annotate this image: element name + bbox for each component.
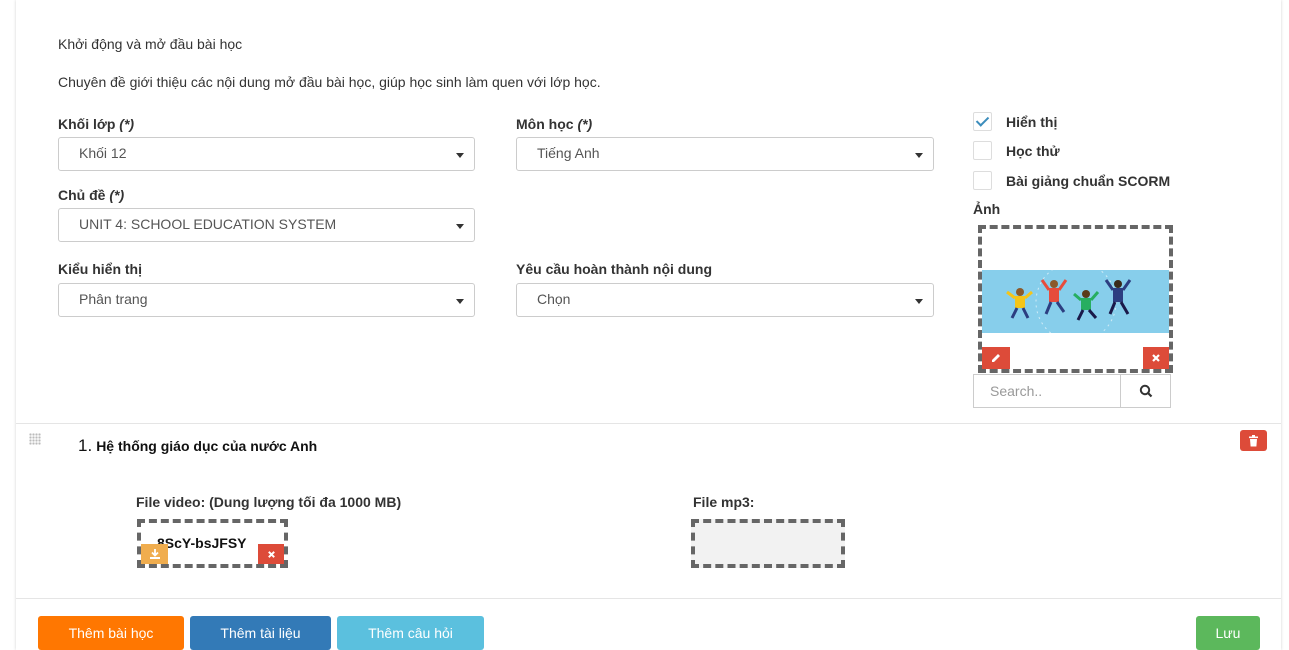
- edit-image-button[interactable]: [982, 347, 1010, 369]
- checkbox-checked-icon[interactable]: [973, 112, 992, 131]
- remove-video-button[interactable]: [258, 544, 284, 564]
- search-icon: [1139, 384, 1152, 398]
- trash-icon: [1249, 434, 1258, 446]
- mp3-dropzone[interactable]: [691, 519, 845, 568]
- section-divider: [16, 423, 1281, 424]
- completion-select[interactable]: Chọn: [516, 283, 934, 317]
- times-icon: [1152, 354, 1160, 362]
- section-description: Chuyên đề giới thiệu các nội dung mở đầu…: [58, 74, 601, 90]
- add-question-button[interactable]: Thêm câu hỏi: [337, 616, 484, 650]
- save-button[interactable]: Lưu: [1196, 616, 1260, 650]
- mp3-file-label: File mp3:: [693, 494, 755, 510]
- checkbox-icon[interactable]: [973, 171, 992, 190]
- times-icon: [267, 550, 275, 558]
- add-lesson-button[interactable]: Thêm bài học: [38, 616, 184, 650]
- caret-down-icon: [456, 299, 464, 304]
- jumping-people-illustration: [982, 270, 1169, 333]
- subject-label: Môn học (*): [516, 116, 593, 132]
- add-document-button[interactable]: Thêm tài liệu: [190, 616, 331, 650]
- search-input[interactable]: [973, 374, 1121, 408]
- option-scorm[interactable]: Bài giảng chuẩn SCORM: [973, 171, 1170, 190]
- drag-handle-icon[interactable]: [29, 433, 41, 445]
- download-video-button[interactable]: [141, 544, 168, 564]
- caret-down-icon: [915, 299, 923, 304]
- display-type-select[interactable]: Phân trang: [58, 283, 475, 317]
- delete-lesson-button[interactable]: [1240, 430, 1267, 451]
- caret-down-icon: [456, 153, 464, 158]
- grade-select[interactable]: Khối 12: [58, 137, 475, 171]
- option-trial[interactable]: Học thử: [973, 141, 1060, 160]
- remove-image-button[interactable]: [1143, 347, 1169, 369]
- image-label: Ảnh: [973, 201, 1001, 217]
- video-file-name: 8ScY-bsJFSY: [157, 535, 247, 551]
- video-file-label: File video: (Dung lượng tối đa 1000 MB): [136, 494, 402, 510]
- grade-label: Khối lớp (*): [58, 116, 135, 132]
- option-visible[interactable]: Hiển thị: [973, 112, 1057, 131]
- topic-select[interactable]: UNIT 4: SCHOOL EDUCATION SYSTEM: [58, 208, 475, 242]
- caret-down-icon: [915, 153, 923, 158]
- pencil-icon: [992, 354, 1000, 362]
- caret-down-icon: [456, 224, 464, 229]
- checkbox-icon[interactable]: [973, 141, 992, 160]
- section-title: Khởi động và mở đầu bài học: [58, 36, 243, 52]
- completion-label: Yêu cầu hoàn thành nội dung: [516, 261, 712, 277]
- search-button[interactable]: [1121, 374, 1171, 408]
- topic-label: Chủ đề (*): [58, 187, 125, 203]
- image-search: [973, 374, 1171, 408]
- lesson-title: 1. Hệ thống giáo dục của nước Anh: [78, 436, 318, 455]
- image-dropzone[interactable]: [978, 225, 1173, 373]
- download-icon: [149, 549, 160, 559]
- video-dropzone[interactable]: 8ScY-bsJFSY: [137, 519, 288, 568]
- display-type-label: Kiểu hiển thị: [58, 261, 142, 277]
- subject-select[interactable]: Tiếng Anh: [516, 137, 934, 171]
- thumbnail-image: [982, 270, 1169, 333]
